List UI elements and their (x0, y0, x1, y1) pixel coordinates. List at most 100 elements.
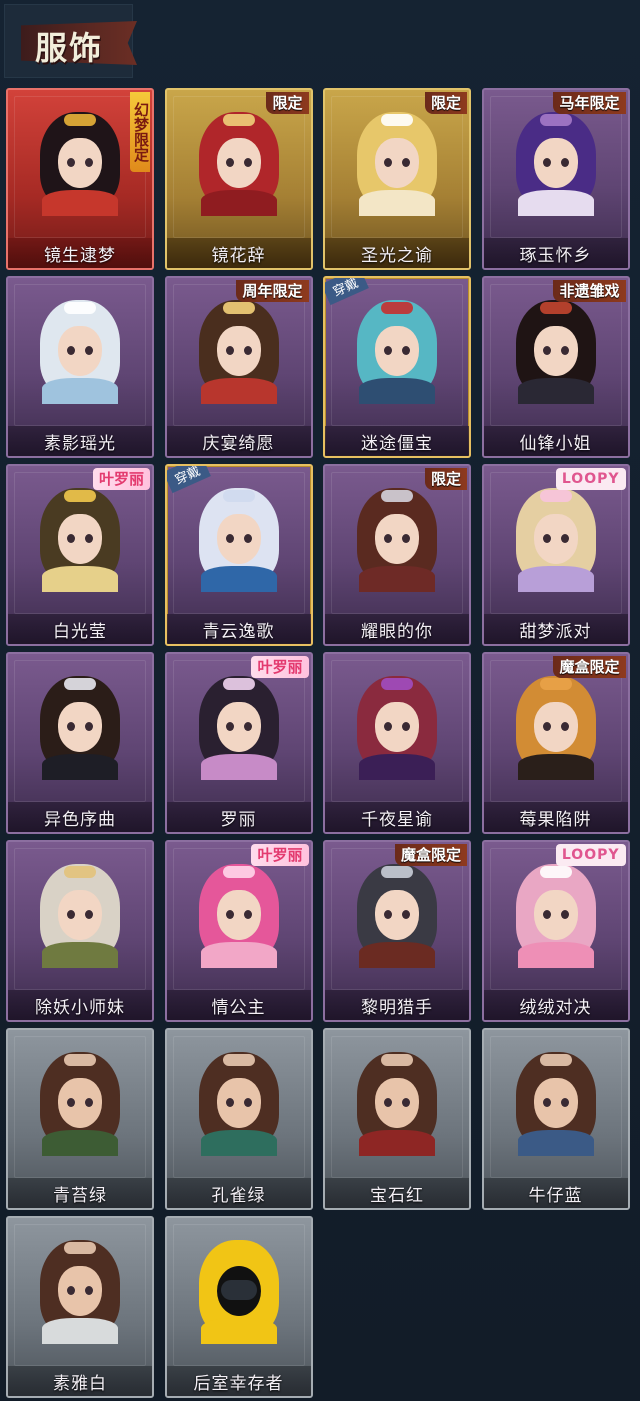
limited-badge: 叶罗丽 (251, 656, 309, 678)
portrait-eye (402, 346, 410, 355)
costume-name: 后室幸存者 (193, 1373, 284, 1394)
portrait-eye (225, 910, 234, 919)
portrait-eye (243, 534, 252, 543)
costume-card[interactable]: LOOPY 甜梦派对 (481, 464, 630, 646)
costume-card[interactable]: 穿戴 迷途僵宝 (323, 276, 471, 458)
portrait-face (58, 890, 102, 940)
portrait-outfit (517, 190, 594, 216)
costume-card[interactable]: 周年限定 庆宴绮愿 (164, 276, 313, 458)
portrait-face (216, 326, 261, 376)
costume-name-bar: 圣光之谕 (325, 238, 469, 268)
costume-name-bar: 牛仔蓝 (483, 1178, 628, 1208)
character-portrait (510, 860, 602, 968)
portrait-accessory (381, 302, 413, 314)
limited-badge: 魔盒限定 (553, 656, 626, 678)
character-portrait (34, 108, 126, 216)
costume-card[interactable]: 素雅白 (6, 1216, 154, 1398)
costume-card[interactable]: 非遗雏戏 仙锋小姐 (481, 276, 630, 458)
portrait-eye (402, 534, 410, 543)
costume-name: 琢玉怀乡 (519, 245, 592, 266)
portrait-eye (243, 910, 252, 919)
costume-card[interactable]: 异色序曲 (6, 652, 154, 834)
limited-badge: 限定 (424, 92, 467, 114)
character-portrait (193, 108, 285, 216)
limited-badge: 叶罗丽 (251, 844, 309, 866)
costume-card[interactable]: 后室幸存者 (164, 1216, 313, 1398)
portrait-accessory (222, 678, 255, 690)
portrait-accessory (539, 678, 572, 690)
costume-name: 镜生逮梦 (44, 245, 116, 266)
portrait-accessory (539, 866, 572, 878)
portrait-outfit (200, 942, 277, 968)
costume-card[interactable]: 青苔绿 (6, 1028, 154, 1210)
portrait-accessory (381, 114, 413, 126)
costume-card[interactable]: 宝石红 (323, 1028, 471, 1210)
costume-name: 青苔绿 (53, 1185, 107, 1206)
portrait-outfit (359, 1130, 435, 1156)
portrait-outfit (517, 1130, 594, 1156)
portrait-outfit (42, 1130, 118, 1156)
character-portrait (193, 1236, 285, 1344)
costume-name: 素雅白 (53, 1373, 107, 1394)
costume-name-bar: 甜梦派对 (483, 614, 628, 644)
portrait-outfit (200, 754, 277, 780)
portrait-eye (85, 910, 93, 919)
costume-name: 罗丽 (220, 809, 257, 830)
costume-card[interactable]: 马年限定 琢玉怀乡 (481, 88, 630, 270)
costume-card[interactable]: 除妖小师妹 (6, 840, 154, 1022)
portrait-outfit (200, 190, 277, 216)
portrait-eye (225, 1098, 234, 1107)
costume-card[interactable]: 牛仔蓝 (481, 1028, 630, 1210)
section-title: 服饰 (35, 29, 104, 67)
costume-card[interactable]: LOOPY 绒绒对决 (481, 840, 630, 1022)
portrait-outfit (42, 378, 118, 404)
costume-card[interactable]: 千夜星谕 (323, 652, 471, 834)
costume-card[interactable]: 限定圣光之谕 (323, 88, 471, 270)
costume-name-bar: 素雅白 (8, 1366, 152, 1396)
character-portrait (193, 296, 285, 404)
portrait-accessory (64, 1242, 96, 1254)
costume-card[interactable]: 叶罗丽罗丽 (164, 652, 313, 834)
portrait-face (58, 326, 102, 376)
portrait-accessory (64, 302, 96, 314)
portrait-eye (384, 346, 392, 355)
portrait-eye (85, 1098, 93, 1107)
costume-name: 素影瑶光 (44, 433, 116, 454)
costume-card[interactable]: 魔盒限定 黎明猎手 (323, 840, 471, 1022)
character-portrait (193, 484, 285, 592)
portrait-face (58, 514, 102, 564)
costume-card[interactable]: 限定 镜花辞 (164, 88, 313, 270)
costume-name: 黎明猎手 (361, 997, 433, 1018)
costume-card[interactable]: 幻梦限定 镜生逮梦 (6, 88, 154, 270)
portrait-eye (243, 346, 252, 355)
costume-card[interactable]: 魔盒限定莓果陷阱 (481, 652, 630, 834)
portrait-accessory (539, 114, 572, 126)
portrait-eye (542, 346, 551, 355)
portrait-outfit (359, 378, 435, 404)
portrait-face (375, 1078, 419, 1128)
portrait-face (216, 138, 261, 188)
costume-card[interactable]: 素影瑶光 (6, 276, 154, 458)
portrait-face (58, 1078, 102, 1128)
costume-card[interactable]: 叶罗丽情公主 (164, 840, 313, 1022)
portrait-face (375, 890, 419, 940)
costume-card[interactable]: 限定 耀眼的你 (323, 464, 471, 646)
portrait-face (533, 702, 578, 752)
costume-name: 情公主 (211, 997, 266, 1018)
costume-card[interactable]: 穿戴 青云逸歌 (164, 464, 313, 646)
portrait-eye (560, 1098, 569, 1107)
portrait-outfit (200, 378, 277, 404)
costume-card[interactable]: 孔雀绿 (164, 1028, 313, 1210)
costume-name: 牛仔蓝 (528, 1185, 583, 1206)
costume-name: 迷途僵宝 (361, 433, 433, 454)
costume-name-bar: 镜花辞 (166, 238, 311, 268)
portrait-face (58, 1266, 102, 1316)
limited-badge: 非遗雏戏 (553, 280, 626, 302)
portrait-accessory (64, 1054, 96, 1066)
limited-badge: LOOPY (555, 468, 626, 490)
costume-name-bar: 莓果陷阱 (483, 802, 628, 832)
portrait-eye (384, 158, 392, 167)
portrait-face (375, 514, 419, 564)
costume-card[interactable]: 叶罗丽 白光莹 (6, 464, 154, 646)
portrait-outfit (517, 754, 594, 780)
